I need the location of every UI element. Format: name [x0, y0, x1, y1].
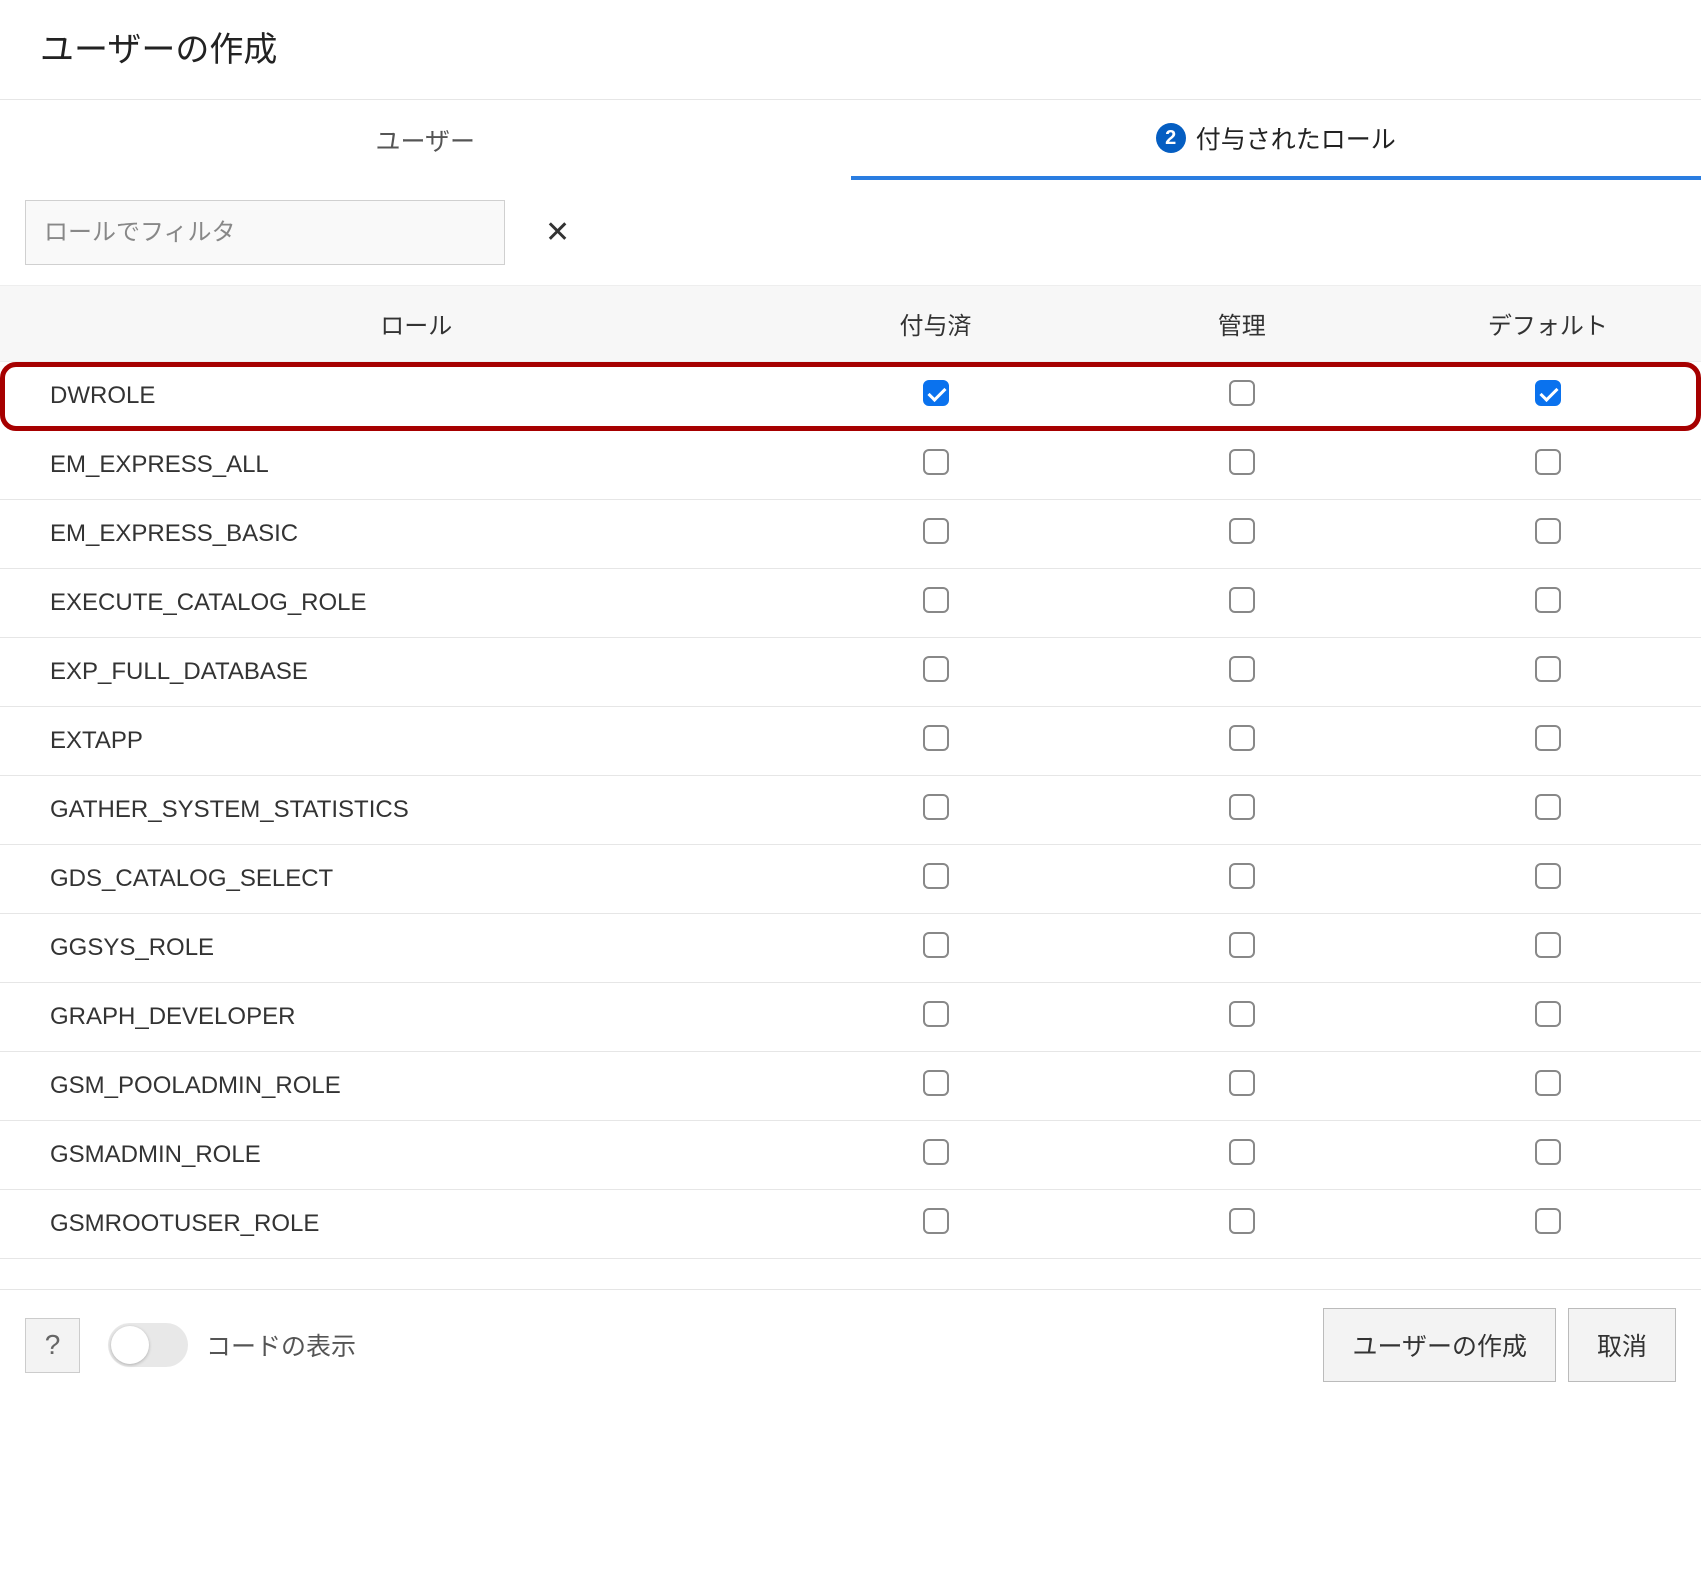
role-name: GSMADMIN_ROLE — [0, 1141, 782, 1169]
toggle-knob — [111, 1326, 149, 1364]
table-row: GSM_POOLADMIN_ROLE — [0, 1052, 1701, 1121]
cancel-button[interactable]: 取消 — [1568, 1308, 1676, 1382]
granted-checkbox[interactable] — [923, 932, 949, 958]
admin-checkbox[interactable] — [1229, 1070, 1255, 1096]
roles-table: ロール 付与済 管理 デフォルト DWROLE EM_EXPRESS_ALL EM_… — [0, 285, 1701, 1259]
granted-checkbox[interactable] — [923, 1001, 949, 1027]
close-icon: ✕ — [545, 216, 570, 249]
table-row: DWROLE — [0, 362, 1701, 431]
default-checkbox[interactable] — [1535, 518, 1561, 544]
table-row: EM_EXPRESS_ALL — [0, 431, 1701, 500]
dialog-footer: ? コードの表示 ユーザーの作成 取消 — [0, 1289, 1701, 1400]
default-checkbox[interactable] — [1535, 1070, 1561, 1096]
role-name: EXTAPP — [0, 727, 782, 755]
table-row: GDS_CATALOG_SELECT — [0, 845, 1701, 914]
granted-checkbox[interactable] — [923, 656, 949, 682]
granted-checkbox[interactable] — [923, 1208, 949, 1234]
admin-checkbox[interactable] — [1229, 725, 1255, 751]
admin-checkbox[interactable] — [1229, 1208, 1255, 1234]
default-checkbox[interactable] — [1535, 449, 1561, 475]
default-checkbox[interactable] — [1535, 587, 1561, 613]
admin-checkbox[interactable] — [1229, 449, 1255, 475]
role-name: EXECUTE_CATALOG_ROLE — [0, 589, 782, 617]
granted-checkbox[interactable] — [923, 1139, 949, 1165]
create-user-dialog: ユーザーの作成 ユーザー 2 付与されたロール ✕ ロール 付与済 管理 デフォ… — [0, 0, 1701, 1400]
tab-user[interactable]: ユーザー — [0, 100, 851, 180]
role-name: GRAPH_DEVELOPER — [0, 1003, 782, 1031]
roles-count-badge: 2 — [1156, 123, 1186, 153]
default-checkbox[interactable] — [1535, 656, 1561, 682]
table-row: GSMADMIN_ROLE — [0, 1121, 1701, 1190]
default-checkbox[interactable] — [1535, 932, 1561, 958]
tab-granted-roles[interactable]: 2 付与されたロール — [851, 100, 1701, 180]
col-header-role: ロール — [0, 306, 782, 341]
granted-checkbox[interactable] — [923, 725, 949, 751]
table-row: EXTAPP — [0, 707, 1701, 776]
admin-checkbox[interactable] — [1229, 518, 1255, 544]
granted-checkbox[interactable] — [923, 449, 949, 475]
role-name: DWROLE — [0, 382, 782, 410]
role-name: GSMROOTUSER_ROLE — [0, 1210, 782, 1238]
table-body[interactable]: DWROLE EM_EXPRESS_ALL EM_EXPRESS_BASIC EXEC… — [0, 362, 1701, 1259]
table-row: EM_EXPRESS_BASIC — [0, 500, 1701, 569]
table-row: GRAPH_DEVELOPER — [0, 983, 1701, 1052]
default-checkbox[interactable] — [1535, 863, 1561, 889]
default-checkbox[interactable] — [1535, 1001, 1561, 1027]
tab-roles-label: 付与されたロール — [1196, 120, 1396, 156]
help-icon: ? — [45, 1329, 61, 1361]
table-row: EXP_FULL_DATABASE — [0, 638, 1701, 707]
role-name: EM_EXPRESS_ALL — [0, 451, 782, 479]
table-row: EXECUTE_CATALOG_ROLE — [0, 569, 1701, 638]
tabs: ユーザー 2 付与されたロール — [0, 100, 1701, 180]
role-name: GDS_CATALOG_SELECT — [0, 865, 782, 893]
default-checkbox[interactable] — [1535, 725, 1561, 751]
default-checkbox[interactable] — [1535, 794, 1561, 820]
admin-checkbox[interactable] — [1229, 932, 1255, 958]
granted-checkbox[interactable] — [923, 518, 949, 544]
table-header: ロール 付与済 管理 デフォルト — [0, 285, 1701, 362]
admin-checkbox[interactable] — [1229, 1139, 1255, 1165]
help-button[interactable]: ? — [25, 1318, 80, 1373]
dialog-title: ユーザーの作成 — [0, 0, 1701, 100]
admin-checkbox[interactable] — [1229, 863, 1255, 889]
role-filter-input[interactable] — [25, 200, 505, 265]
granted-checkbox[interactable] — [923, 380, 949, 406]
clear-filter-button[interactable]: ✕ — [545, 215, 570, 250]
granted-checkbox[interactable] — [923, 587, 949, 613]
col-header-admin: 管理 — [1089, 306, 1395, 341]
admin-checkbox[interactable] — [1229, 794, 1255, 820]
tab-user-label: ユーザー — [375, 122, 475, 158]
show-code-label: コードの表示 — [206, 1327, 356, 1363]
admin-checkbox[interactable] — [1229, 1001, 1255, 1027]
col-header-granted: 付与済 — [782, 306, 1088, 341]
create-user-button[interactable]: ユーザーの作成 — [1323, 1308, 1556, 1382]
granted-checkbox[interactable] — [923, 794, 949, 820]
admin-checkbox[interactable] — [1229, 587, 1255, 613]
admin-checkbox[interactable] — [1229, 380, 1255, 406]
admin-checkbox[interactable] — [1229, 656, 1255, 682]
filter-row: ✕ — [0, 180, 1701, 285]
granted-checkbox[interactable] — [923, 1070, 949, 1096]
granted-checkbox[interactable] — [923, 863, 949, 889]
table-row: GSMROOTUSER_ROLE — [0, 1190, 1701, 1259]
role-name: GGSYS_ROLE — [0, 934, 782, 962]
role-name: GSM_POOLADMIN_ROLE — [0, 1072, 782, 1100]
default-checkbox[interactable] — [1535, 380, 1561, 406]
show-code-toggle[interactable] — [108, 1323, 188, 1367]
default-checkbox[interactable] — [1535, 1208, 1561, 1234]
table-row: GATHER_SYSTEM_STATISTICS — [0, 776, 1701, 845]
default-checkbox[interactable] — [1535, 1139, 1561, 1165]
role-name: GATHER_SYSTEM_STATISTICS — [0, 796, 782, 824]
col-header-default: デフォルト — [1395, 306, 1701, 341]
table-row: GGSYS_ROLE — [0, 914, 1701, 983]
role-name: EM_EXPRESS_BASIC — [0, 520, 782, 548]
role-name: EXP_FULL_DATABASE — [0, 658, 782, 686]
